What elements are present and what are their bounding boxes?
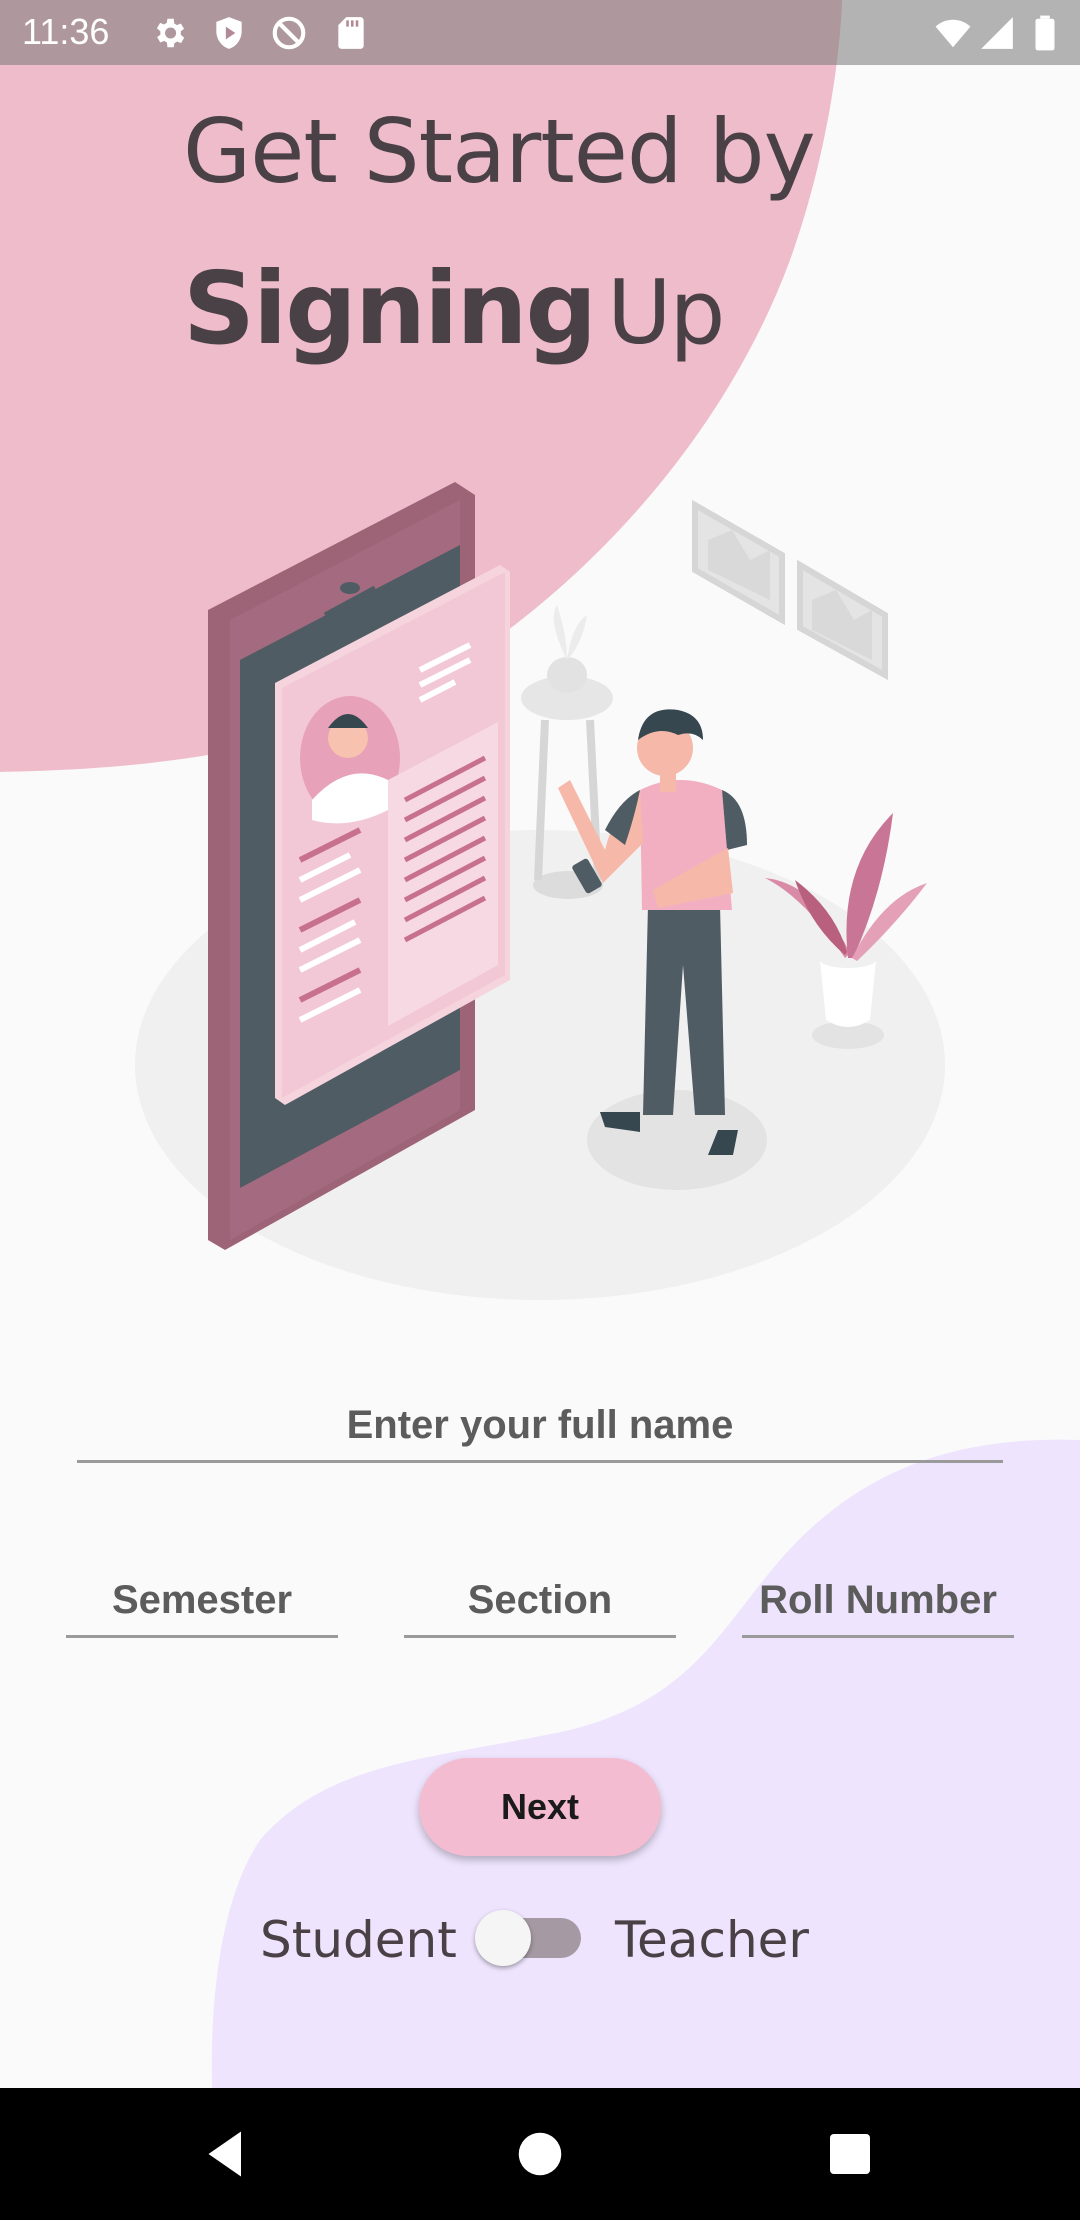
- status-time: 11:36: [22, 11, 110, 52]
- student-label: Student: [260, 1911, 457, 1969]
- role-toggle-switch[interactable]: [475, 1910, 581, 1966]
- headline-bold-word: Signing: [183, 250, 597, 367]
- signup-illustration: [135, 482, 945, 1300]
- toggle-knob[interactable]: [475, 1910, 531, 1966]
- wall-frames-icon: [692, 499, 888, 681]
- navigation-bar: [0, 2088, 1080, 2220]
- roll-number-input[interactable]: [742, 1565, 1014, 1635]
- headline-line-1: Get Started by: [183, 100, 816, 203]
- shield-icon: [216, 17, 242, 49]
- battery-icon: [1035, 15, 1055, 51]
- recents-icon[interactable]: [820, 2124, 880, 2184]
- app-screen: 11:36 Get Started by Signing Up Enter yo…: [0, 0, 1080, 2220]
- full-name-input[interactable]: [77, 1390, 1003, 1460]
- next-button[interactable]: Next: [419, 1758, 661, 1856]
- headline-line-2: Signing Up: [183, 250, 725, 367]
- full-name-field: [77, 1390, 1003, 1463]
- headline-light-word: Up: [607, 261, 725, 364]
- settings-icon: [156, 18, 185, 48]
- back-icon[interactable]: [196, 2124, 256, 2184]
- next-button-label: Next: [500, 1786, 580, 1827]
- do-not-disturb-icon: [272, 16, 306, 50]
- section-field: [404, 1565, 676, 1638]
- teacher-label: Teacher: [615, 1911, 809, 1969]
- sd-card-icon: [338, 17, 364, 49]
- home-icon[interactable]: [510, 2124, 570, 2184]
- lavender-blob: [211, 1439, 1080, 2088]
- semester-field: [66, 1565, 338, 1638]
- wifi-icon: [935, 19, 971, 48]
- roll-number-field: [742, 1565, 1014, 1638]
- status-bar: 11:36: [0, 0, 1080, 65]
- signal-icon: [981, 17, 1013, 49]
- section-input[interactable]: [404, 1565, 676, 1635]
- semester-input[interactable]: [66, 1565, 338, 1635]
